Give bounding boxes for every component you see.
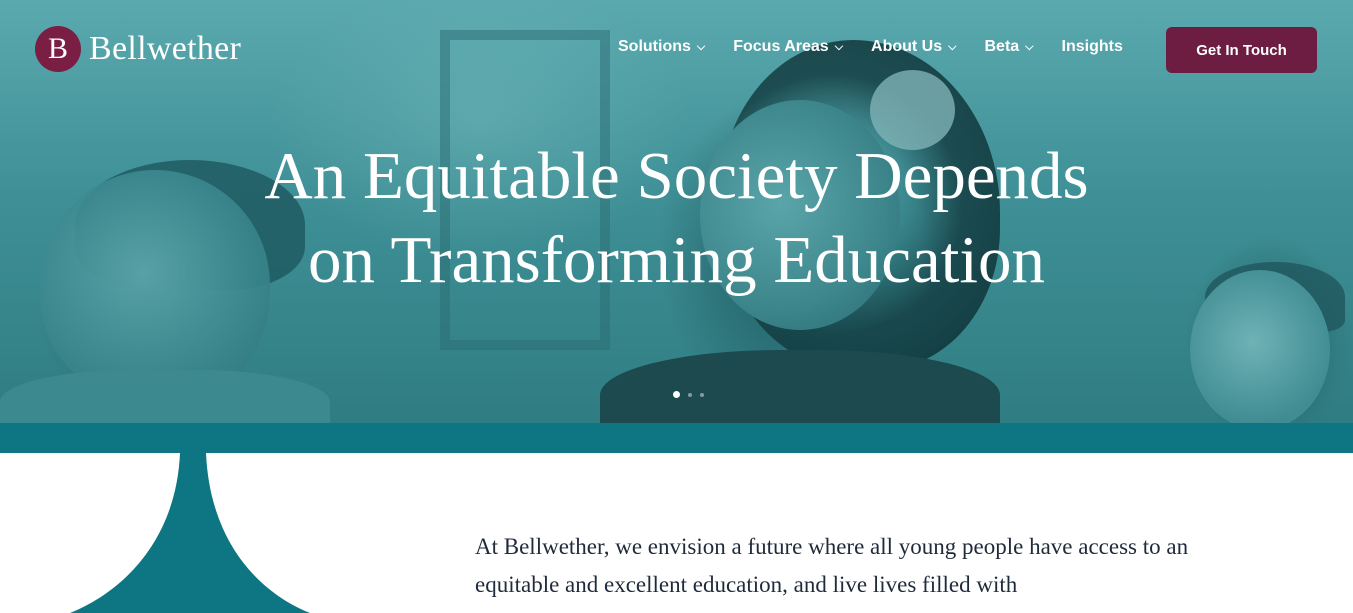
- hero-headline: An Equitable Society Depends on Transfor…: [0, 134, 1353, 302]
- hero-headline-line2: on Transforming Education: [308, 223, 1045, 297]
- nav-item-focus-areas[interactable]: Focus Areas ⌵: [733, 38, 843, 56]
- slider-dot-1[interactable]: [673, 391, 680, 398]
- logo-wordmark: Bellwether: [89, 30, 242, 67]
- chevron-down-icon: ⌵: [696, 40, 706, 53]
- nav-item-label: Focus Areas: [733, 38, 829, 55]
- hero-banner: B Bellwether Solutions ⌵ Focus Areas ⌵ A…: [0, 0, 1353, 423]
- nav-item-insights[interactable]: Insights: [1062, 38, 1123, 56]
- chevron-down-icon: ⌵: [834, 40, 844, 53]
- nav-item-label: Solutions: [618, 38, 691, 55]
- hero-headline-line1: An Equitable Society Depends: [264, 139, 1089, 213]
- slider-pagination: [673, 391, 704, 398]
- brand-logo[interactable]: B Bellwether: [35, 26, 241, 72]
- main-nav: Solutions ⌵ Focus Areas ⌵ About Us ⌵ Bet…: [618, 38, 1151, 56]
- logo-mark: B: [35, 26, 81, 72]
- chevron-down-icon: ⌵: [948, 40, 957, 53]
- nav-item-about-us[interactable]: About Us ⌵: [871, 38, 956, 56]
- nav-item-label: Insights: [1061, 38, 1123, 55]
- decorative-teal-shape: [70, 453, 310, 613]
- chevron-down-icon: ⌵: [1025, 40, 1034, 53]
- nav-item-beta[interactable]: Beta ⌵: [984, 38, 1033, 56]
- nav-item-label: Beta: [984, 38, 1020, 55]
- get-in-touch-button[interactable]: Get In Touch: [1166, 27, 1317, 73]
- nav-item-label: About Us: [871, 38, 943, 55]
- slider-dot-2[interactable]: [688, 392, 692, 397]
- nav-item-solutions[interactable]: Solutions ⌵: [618, 38, 705, 56]
- hero-photo-girl-body: [600, 350, 1000, 423]
- teal-band: [0, 423, 1353, 453]
- hero-photo-boy-body: [0, 370, 330, 423]
- intro-paragraph: At Bellwether, we envision a future wher…: [475, 534, 1189, 597]
- slider-dot-3[interactable]: [700, 392, 704, 397]
